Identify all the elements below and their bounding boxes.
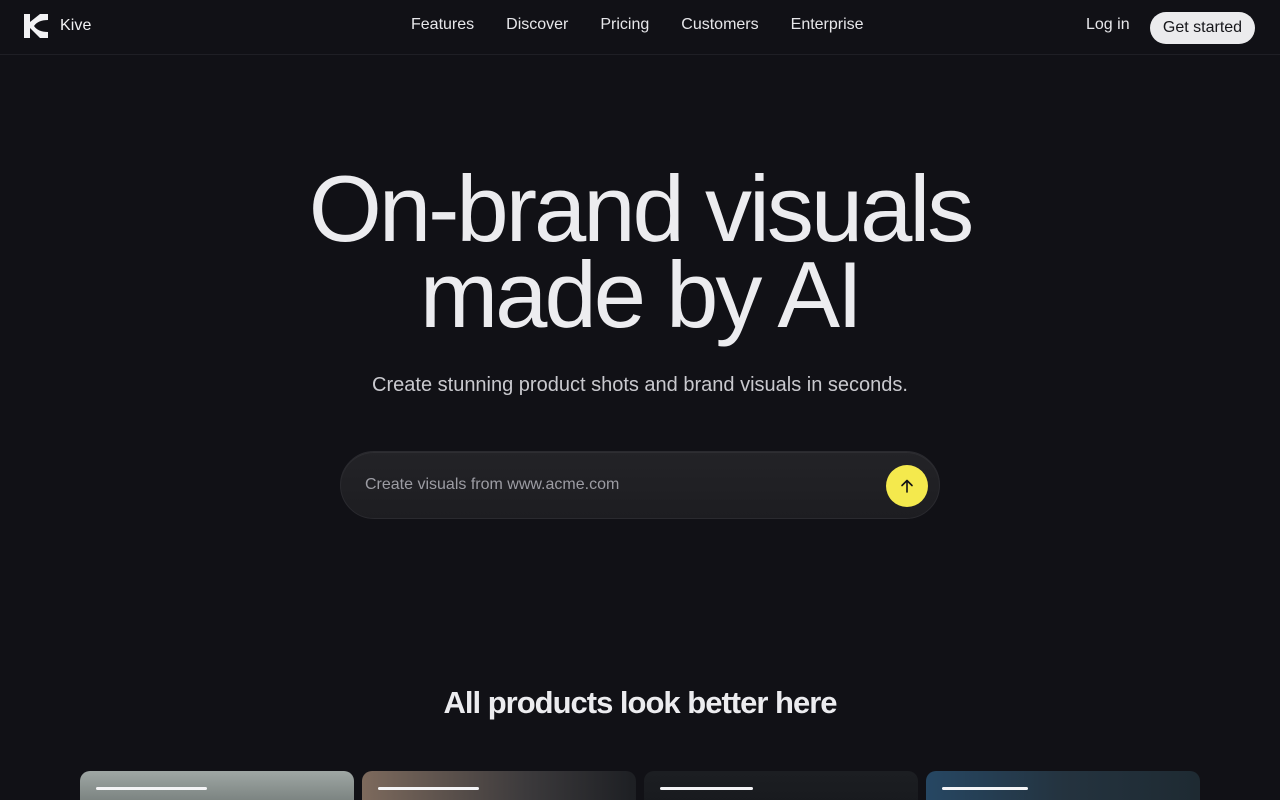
hero-subtitle: Create stunning product shots and brand … bbox=[372, 374, 908, 396]
product-card[interactable] bbox=[362, 771, 636, 800]
prompt-bar bbox=[340, 451, 940, 519]
prompt-input[interactable] bbox=[365, 472, 865, 498]
product-card[interactable] bbox=[644, 771, 918, 800]
brand-name: Kive bbox=[60, 17, 92, 34]
product-card[interactable] bbox=[80, 771, 354, 800]
card-progress-bar bbox=[660, 787, 753, 790]
nav-link-discover[interactable]: Discover bbox=[506, 16, 568, 34]
nav-link-enterprise[interactable]: Enterprise bbox=[791, 16, 864, 34]
nav-link-pricing[interactable]: Pricing bbox=[600, 16, 649, 34]
brand-home-link[interactable]: Kive bbox=[24, 14, 92, 38]
product-cards bbox=[80, 771, 1200, 800]
top-nav: Kive Features Discover Pricing Customers… bbox=[0, 0, 1280, 55]
card-progress-bar bbox=[378, 787, 479, 790]
nav-link-features[interactable]: Features bbox=[411, 16, 474, 34]
card-progress-bar bbox=[942, 787, 1028, 790]
arrow-up-icon bbox=[901, 479, 913, 493]
kive-logo-icon bbox=[24, 14, 48, 38]
nav-link-customers[interactable]: Customers bbox=[681, 16, 758, 34]
submit-button[interactable] bbox=[886, 465, 928, 507]
login-link[interactable]: Log in bbox=[1086, 16, 1130, 34]
hero-title-line-2: made by AI bbox=[419, 242, 863, 347]
main-nav-links: Features Discover Pricing Customers Ente… bbox=[411, 16, 864, 34]
get-started-button[interactable]: Get started bbox=[1150, 12, 1255, 44]
section-title: All products look better here bbox=[443, 685, 837, 720]
hero-title: On-brand visuals made by AI bbox=[0, 162, 1280, 342]
product-card[interactable] bbox=[926, 771, 1200, 800]
card-progress-bar bbox=[96, 787, 207, 790]
